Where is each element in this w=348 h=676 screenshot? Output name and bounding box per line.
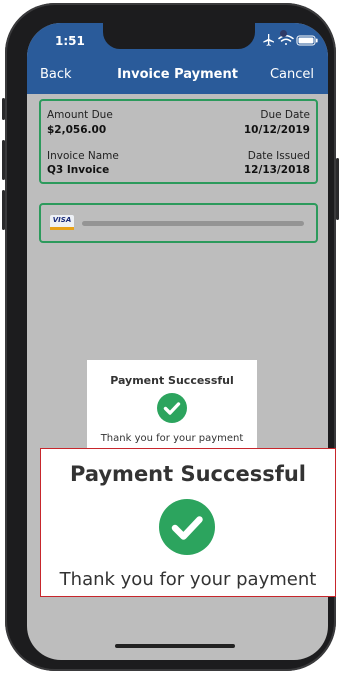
callout-title: Payment Successful <box>70 462 306 486</box>
phone-notch <box>103 23 287 49</box>
payment-success-dialog: Payment Successful Thank you for your pa… <box>87 360 257 452</box>
visa-stripe <box>50 227 74 230</box>
cancel-button[interactable]: Cancel <box>270 67 314 82</box>
date-issued-value: 12/13/2018 <box>243 164 310 176</box>
home-indicator[interactable] <box>115 644 235 648</box>
callout-check-mark-icon <box>171 516 203 540</box>
battery-icon <box>296 35 318 46</box>
invoice-name-value: Q3 Invoice <box>47 164 110 176</box>
callout-message: Thank you for your payment <box>59 569 317 590</box>
volume-down-button <box>2 190 5 230</box>
card-brand: VISA <box>52 216 72 224</box>
invoice-name-label: Invoice Name <box>47 150 119 162</box>
status-icons <box>263 34 318 46</box>
power-button <box>336 158 339 220</box>
amount-due-value: $2,056.00 <box>47 124 107 136</box>
dialog-message: Thank you for your payment <box>100 433 244 444</box>
payment-method-card[interactable]: VISA <box>39 203 318 243</box>
dialog-title: Payment Successful <box>110 374 234 387</box>
zoom-callout: Payment Successful Thank you for your pa… <box>40 448 336 597</box>
masked-card-number <box>82 221 304 226</box>
back-button[interactable]: Back <box>40 67 72 82</box>
status-time: 1:51 <box>55 34 85 48</box>
invoice-details-card: Amount Due $2,056.00 Due Date 10/12/2019… <box>39 99 318 184</box>
app-header: 1:51 Invoice Payment Back Cancel <box>27 23 328 94</box>
date-issued-label: Date Issued <box>247 150 310 162</box>
check-mark-icon <box>163 402 181 415</box>
airplane-icon <box>263 34 274 46</box>
due-date-value: 10/12/2019 <box>243 124 310 136</box>
callout-check-circle-icon <box>159 499 215 555</box>
visa-card-icon: VISA <box>50 215 74 230</box>
camera-icon <box>280 30 287 37</box>
due-date-label: Due Date <box>260 109 310 121</box>
mute-switch <box>2 98 5 120</box>
volume-up-button <box>2 140 5 180</box>
amount-due-label: Amount Due <box>47 109 113 121</box>
check-circle-icon <box>157 393 187 423</box>
wifi-icon <box>278 35 294 45</box>
